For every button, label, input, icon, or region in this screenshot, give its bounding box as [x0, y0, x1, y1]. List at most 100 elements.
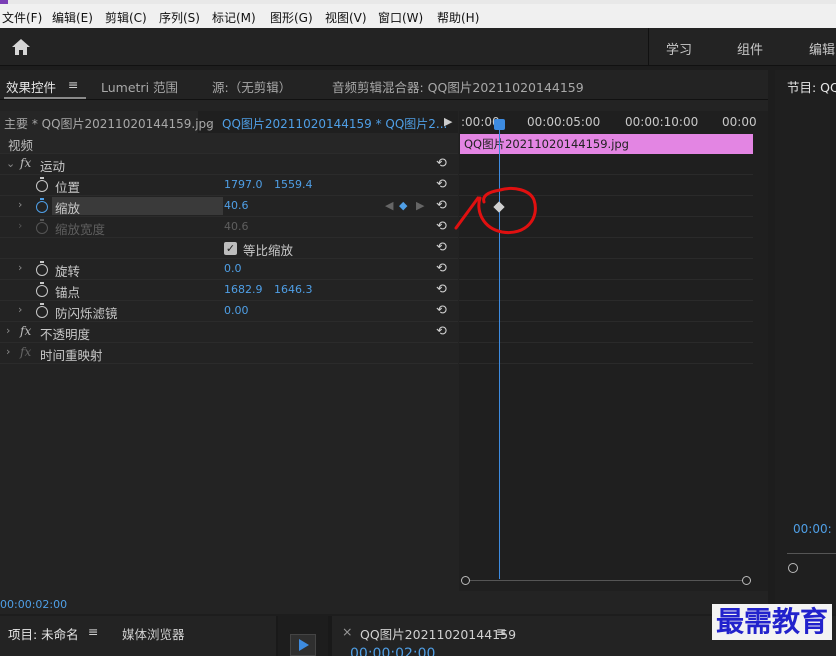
timeline-row	[459, 301, 753, 322]
add-keyframe-icon[interactable]: ◆	[399, 199, 407, 212]
reset-icon[interactable]: ⟲	[436, 262, 452, 276]
reset-icon[interactable]: ⟲	[436, 304, 452, 318]
motion-label: 运动	[40, 159, 66, 174]
panel-menu-icon[interactable]: ≡	[496, 624, 506, 639]
timeline-clip[interactable]: QQ图片20211020144159.jpg	[460, 134, 753, 154]
reset-icon[interactable]: ⟲	[436, 241, 452, 255]
fx-icon[interactable]: fx	[20, 156, 31, 170]
menu-file[interactable]: 文件(F)	[2, 9, 42, 26]
menu-view[interactable]: 视图(V)	[325, 9, 367, 26]
zoom-handle-left[interactable]	[461, 576, 470, 585]
clip-selector: 主要 * QQ图片20211020144159.jpg ⌄ QQ图片202110…	[0, 111, 458, 133]
menu-markers[interactable]: 标记(M)	[212, 9, 256, 26]
program-timecode[interactable]: 00:00:	[793, 522, 832, 536]
fx-icon: fx	[20, 345, 32, 359]
reset-icon[interactable]: ⟲	[436, 157, 452, 171]
program-title[interactable]: 节目: QQ	[787, 77, 836, 96]
stopwatch-icon[interactable]	[36, 198, 48, 213]
playhead-handle[interactable]	[494, 119, 505, 130]
close-icon[interactable]: ×	[342, 624, 352, 639]
menu-edit[interactable]: 编辑(E)	[52, 9, 93, 26]
home-icon[interactable]	[10, 37, 32, 57]
workspace-assembly[interactable]: 组件	[737, 39, 763, 58]
sequence-clip-label[interactable]: QQ图片20211020144159 * QQ图片2...	[222, 115, 447, 132]
workspace-learning[interactable]: 学习	[666, 39, 692, 58]
anchor-y-value[interactable]: 1646.3	[274, 283, 313, 296]
current-timecode[interactable]: 00:00:02:00	[0, 598, 67, 611]
project-panel: 项目: 未命名 ≡ 媒体浏览器	[0, 616, 276, 656]
program-monitor: 节目: QQ 00:00:	[775, 70, 836, 614]
timeline-row	[459, 259, 753, 280]
active-tab-indicator	[4, 97, 86, 99]
scale-row: › 缩放 40.6 ◀ ◆ ▶ ⟲	[0, 196, 458, 217]
stopwatch-icon[interactable]	[36, 303, 48, 318]
position-x-value[interactable]: 1797.0	[224, 178, 263, 191]
tools-panel	[278, 616, 328, 656]
position-label: 位置	[55, 180, 81, 195]
menu-window[interactable]: 窗口(W)	[378, 9, 423, 26]
panel-menu-icon[interactable]: ≡	[88, 624, 98, 639]
scale-label: 缩放	[55, 201, 81, 216]
scale-value[interactable]: 40.6	[224, 199, 249, 212]
motion-row[interactable]: ⌄ fx 运动 ⟲	[0, 154, 458, 175]
chevron-right-icon[interactable]: ›	[6, 324, 10, 337]
stopwatch-icon[interactable]	[36, 261, 48, 276]
tab-source[interactable]: 源:（无剪辑）	[212, 77, 291, 96]
workspace-editing[interactable]: 编辑	[809, 39, 835, 58]
tab-effect-controls[interactable]: 效果控件	[6, 77, 56, 96]
reset-icon[interactable]: ⟲	[436, 199, 452, 213]
ruler-label-end: 00:00	[722, 115, 757, 129]
playhead-line[interactable]	[499, 121, 500, 579]
menu-help[interactable]: 帮助(H)	[437, 9, 479, 26]
next-keyframe-icon[interactable]: ▶	[416, 199, 424, 212]
video-section-header: 视频	[0, 133, 458, 154]
tab-project[interactable]: 项目: 未命名	[8, 624, 79, 643]
scale-width-label: 缩放宽度	[55, 222, 106, 237]
timeline-row	[459, 154, 753, 175]
menu-bar: 文件(F) 编辑(E) 剪辑(C) 序列(S) 标记(M) 图形(G) 视图(V…	[0, 0, 836, 28]
fx-icon[interactable]: fx	[20, 324, 31, 338]
reset-icon[interactable]: ⟲	[436, 178, 452, 192]
anchor-x-value[interactable]: 1682.9	[224, 283, 263, 296]
program-scrub-bar[interactable]	[787, 553, 836, 554]
reset-icon[interactable]: ⟲	[436, 325, 452, 339]
reset-icon[interactable]: ⟲	[436, 220, 452, 234]
opacity-row[interactable]: › fx 不透明度 ⟲	[0, 322, 458, 343]
flicker-value[interactable]: 0.00	[224, 304, 249, 317]
tab-sequence[interactable]: QQ图片20211020144159	[360, 624, 516, 643]
time-remap-row[interactable]: › fx 时间重映射	[0, 343, 458, 364]
timeline-row	[459, 280, 753, 301]
selection-tool-icon[interactable]	[290, 634, 316, 656]
workspace-divider	[648, 28, 649, 66]
position-y-value[interactable]: 1559.4	[274, 178, 313, 191]
program-zoom-handle[interactable]	[788, 563, 798, 573]
chevron-right-icon[interactable]: ›	[18, 261, 22, 274]
previous-keyframe-icon[interactable]: ◀	[385, 199, 393, 212]
tab-media-browser[interactable]: 媒体浏览器	[122, 624, 185, 643]
reset-icon[interactable]: ⟲	[436, 283, 452, 297]
panel-menu-icon[interactable]: ≡	[68, 77, 78, 92]
chevron-right-icon[interactable]: ›	[18, 198, 22, 211]
chevron-down-icon[interactable]: ⌄	[204, 116, 213, 129]
master-clip-label[interactable]: 主要 * QQ图片20211020144159.jpg	[4, 115, 214, 132]
stopwatch-icon[interactable]	[36, 177, 48, 192]
menu-graphics[interactable]: 图形(G)	[270, 9, 313, 26]
chevron-down-icon[interactable]: ⌄	[6, 157, 15, 170]
play-triangle-icon[interactable]: ▶	[444, 115, 452, 128]
chevron-right-icon[interactable]: ›	[6, 345, 10, 358]
sequence-timecode[interactable]: 00:00:02:00	[350, 646, 435, 656]
zoom-handle-right[interactable]	[742, 576, 751, 585]
uniform-scale-checkbox[interactable]: ✓	[224, 242, 237, 255]
menu-sequence[interactable]: 序列(S)	[159, 9, 200, 26]
tab-audio-clip-mixer[interactable]: 音频剪辑混合器: QQ图片20211020144159	[332, 77, 584, 96]
keyframe-timeline[interactable]: :00:00 00:00:05:00 00:00:10:00 00:00 QQ图…	[459, 111, 768, 591]
chevron-right-icon[interactable]: ›	[18, 303, 22, 316]
rotation-value[interactable]: 0.0	[224, 262, 242, 275]
tab-lumetri-scopes[interactable]: Lumetri 范围	[101, 77, 178, 96]
stopwatch-icon[interactable]	[36, 282, 48, 297]
menu-clip[interactable]: 剪辑(C)	[105, 9, 147, 26]
timeline-zoom-scrollbar[interactable]	[461, 576, 751, 588]
ruler-label-10s: 00:00:10:00	[625, 115, 699, 129]
bottom-panels: 项目: 未命名 ≡ 媒体浏览器 × QQ图片20211020144159 ≡ 0…	[0, 616, 836, 656]
uniform-scale-row: ✓ 等比缩放 ⟲	[0, 238, 458, 259]
